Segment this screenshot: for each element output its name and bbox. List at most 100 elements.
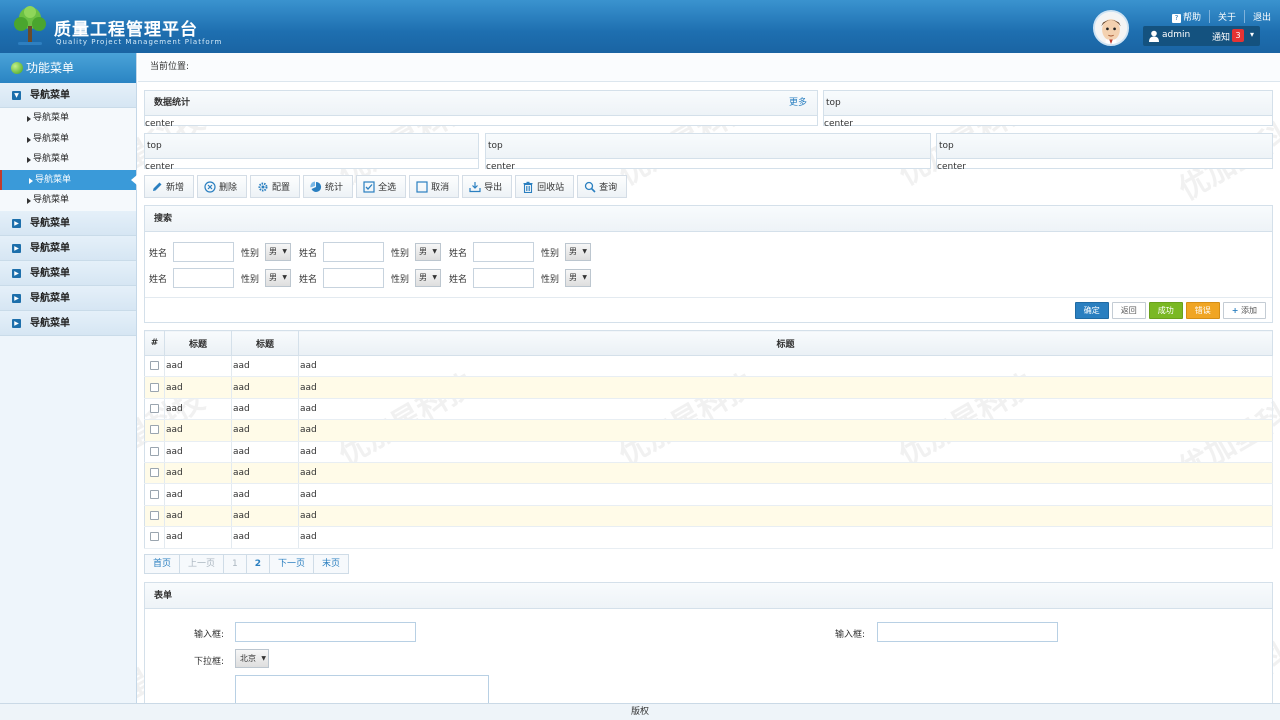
panel-title: 数据统计	[154, 98, 191, 108]
table-row[interactable]: aad aad aad	[144, 441, 1273, 463]
confirm-button[interactable]: 确定	[1074, 302, 1109, 319]
column-header: #	[144, 330, 165, 356]
name-input[interactable]	[173, 268, 234, 288]
next-page-button[interactable]: 下一页	[270, 555, 315, 573]
username[interactable]: admin	[1162, 30, 1190, 40]
add-item-button[interactable]: + 添加	[1222, 302, 1266, 319]
page-1-button[interactable]: 1	[224, 555, 247, 573]
table-row[interactable]: aad aad aad	[144, 526, 1273, 549]
user-avatar[interactable]	[1093, 10, 1129, 46]
app-subtitle: Quality Project Management Platform	[56, 38, 223, 46]
config-button[interactable]: 配置	[250, 175, 301, 198]
chevron-down-icon[interactable]: ▾	[1250, 30, 1254, 39]
error-button[interactable]: 错误	[1185, 302, 1220, 319]
column-header[interactable]: 标题	[231, 330, 299, 356]
back-button[interactable]: 返回	[1111, 302, 1146, 319]
city-select[interactable]: 北京	[235, 649, 269, 668]
table-row[interactable]: aad aad aad	[144, 462, 1273, 485]
name-input[interactable]	[323, 268, 384, 288]
more-link[interactable]: 更多	[789, 91, 807, 116]
name-input[interactable]	[473, 268, 534, 288]
nav-subitem[interactable]: 导航菜单	[0, 108, 136, 129]
row-checkbox[interactable]	[150, 425, 159, 435]
table-row[interactable]: aad aad aad	[144, 398, 1273, 421]
notify-link[interactable]: 通知	[1212, 30, 1230, 43]
app-header: 质量工程管理平台 Quality Project Management Plat…	[0, 0, 1280, 53]
nav-subitem[interactable]: 导航菜单	[0, 149, 136, 170]
table-row[interactable]: aad aad aad	[144, 505, 1273, 528]
table-cell: aad	[164, 398, 232, 421]
table-cell: aad	[231, 398, 299, 421]
help-link[interactable]: ? 帮助	[1164, 10, 1209, 23]
nav-subitem[interactable]: 导航菜单	[0, 190, 136, 211]
nav-group[interactable]: ▶ 导航菜单	[0, 210, 136, 236]
row-checkbox-cell	[144, 355, 165, 378]
row-checkbox[interactable]	[150, 361, 159, 371]
about-link[interactable]: 关于	[1209, 10, 1244, 23]
row-checkbox[interactable]	[150, 489, 159, 499]
search-icon	[584, 181, 596, 193]
panel-header: 搜索	[145, 206, 1272, 232]
table-cell: aad	[231, 483, 299, 506]
gender-select[interactable]: 男	[565, 269, 591, 287]
table-cell: aad	[231, 526, 299, 549]
name-input[interactable]	[323, 242, 384, 262]
row-checkbox[interactable]	[150, 446, 159, 456]
nav-group[interactable]: ▶ 导航菜单	[0, 285, 136, 311]
panel-body: center	[145, 119, 174, 129]
gender-select[interactable]: 男	[415, 243, 441, 261]
nav-group[interactable]: ▶ 导航菜单	[0, 235, 136, 261]
page-2-button[interactable]: 2	[246, 555, 271, 573]
column-header[interactable]: 标题	[298, 330, 1273, 356]
last-page-button[interactable]: 末页	[314, 555, 349, 573]
name-input[interactable]	[173, 242, 234, 262]
gender-select[interactable]: 男	[415, 269, 441, 287]
nav-group[interactable]: ▶ 导航菜单	[0, 260, 136, 286]
nav-subitem[interactable]: 导航菜单	[0, 128, 136, 150]
table-row[interactable]: aad aad aad	[144, 355, 1273, 378]
table-row[interactable]: aad aad aad	[144, 376, 1273, 399]
panel-header: 表单	[145, 583, 1272, 609]
nav-group[interactable]: ▼ 导航菜单	[0, 83, 136, 108]
toolbar: 新增 删除 配置 统计 全选 取消 导出 回收站 查询	[144, 175, 628, 198]
logout-link[interactable]: 退出	[1244, 10, 1279, 23]
row-checkbox[interactable]	[150, 468, 159, 478]
input-label: 输入框:	[835, 630, 866, 640]
select-all-button[interactable]: 全选	[356, 175, 407, 198]
gender-select[interactable]: 男	[265, 243, 291, 261]
avatar-face-icon	[1095, 12, 1127, 44]
delete-button[interactable]: 删除	[197, 175, 248, 198]
prev-page-button[interactable]: 上一页	[180, 555, 225, 573]
nav-group[interactable]: ▶ 导航菜单	[0, 310, 136, 336]
row-checkbox[interactable]	[150, 403, 159, 413]
row-checkbox-cell	[144, 526, 165, 549]
row-checkbox[interactable]	[150, 510, 159, 520]
app-title: 质量工程管理平台	[54, 20, 198, 40]
gender-select[interactable]: 男	[265, 269, 291, 287]
stats-button[interactable]: 统计	[303, 175, 354, 198]
export-button[interactable]: 导出	[462, 175, 513, 198]
cancel-button[interactable]: 取消	[409, 175, 460, 198]
gender-label: 性别	[541, 248, 560, 259]
add-button[interactable]: 新增	[144, 175, 195, 198]
recycle-bin-button[interactable]: 回收站	[515, 175, 575, 198]
panel-header: top	[824, 91, 1272, 116]
pie-chart-icon	[310, 181, 322, 192]
table-cell: aad	[298, 376, 1273, 399]
first-page-button[interactable]: 首页	[145, 555, 181, 573]
text-input[interactable]	[877, 622, 1058, 642]
gender-select[interactable]: 男	[565, 243, 591, 261]
query-button[interactable]: 查询	[577, 175, 628, 198]
name-input[interactable]	[473, 242, 534, 262]
row-checkbox[interactable]	[150, 382, 159, 392]
table-row[interactable]: aad aad aad	[144, 419, 1273, 442]
gear-icon	[258, 182, 268, 191]
divider	[145, 297, 1272, 298]
table-cell: aad	[164, 419, 232, 442]
success-button[interactable]: 成功	[1148, 302, 1183, 319]
row-checkbox[interactable]	[150, 532, 159, 542]
column-header[interactable]: 标题	[164, 330, 232, 356]
text-input[interactable]	[235, 622, 416, 642]
table-row[interactable]: aad aad aad	[144, 483, 1273, 506]
nav-subitem-active[interactable]: 导航菜单	[0, 169, 137, 191]
